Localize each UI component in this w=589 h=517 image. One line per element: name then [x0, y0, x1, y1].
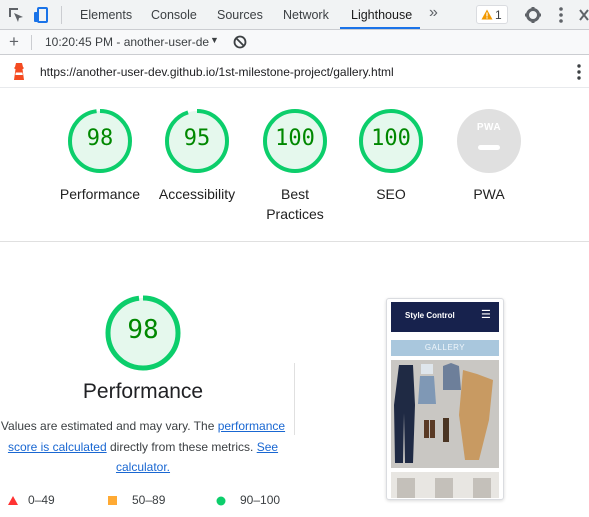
lighthouse-toolbar: + 10:20:45 PM - another-user-de ▼ [0, 30, 589, 55]
report-url-bar: https://another-user-dev.github.io/1st-m… [0, 55, 589, 88]
legend-range: 50–89 [132, 493, 166, 507]
gauge-score: 98 [86, 126, 114, 151]
more-tabs-button[interactable]: » [429, 4, 438, 22]
active-tab-indicator [340, 27, 420, 29]
inspect-element-icon[interactable] [6, 5, 26, 25]
report-menu-icon[interactable] [574, 63, 584, 81]
chevron-down-icon[interactable]: ▼ [210, 35, 219, 45]
settings-gear-icon[interactable] [523, 5, 543, 25]
gauge-pwa[interactable]: PWA PWA [441, 108, 537, 204]
page-screenshot-thumbnail[interactable]: Style Control ☰ GALLERY [386, 298, 504, 500]
tab-sources[interactable]: Sources [217, 0, 263, 30]
gauge-label: Accessibility [158, 186, 236, 202]
report-selector[interactable]: 10:20:45 PM - another-user-de [45, 35, 209, 49]
screenshot-gallery-banner: GALLERY [391, 340, 499, 356]
legend-range: 90–100 [240, 493, 281, 507]
gauge-seo[interactable]: 100 SEO [343, 108, 439, 204]
legend-range: 0–49 [28, 493, 55, 507]
gauge-label: Best Practices [266, 186, 324, 222]
green-circle-icon [216, 496, 226, 506]
performance-description: Values are estimated and may vary. The p… [0, 416, 286, 478]
tab-console[interactable]: Console [151, 0, 197, 30]
gauge-label: PWA [473, 186, 505, 202]
devtools-tab-bar: Elements Console Sources Network Lightho… [0, 0, 589, 30]
clear-reports-icon[interactable] [233, 35, 247, 49]
gauge-performance[interactable]: 98 Performance [52, 108, 148, 204]
gauge-label: Performance [59, 186, 141, 202]
device-toolbar-icon[interactable] [31, 5, 51, 25]
tab-network[interactable]: Network [283, 0, 329, 30]
warnings-badge[interactable]: 1 [476, 5, 508, 24]
more-options-icon[interactable] [551, 5, 571, 25]
gauge-score: 100 [275, 126, 315, 151]
gauge-accessibility[interactable]: 95 Accessibility [149, 108, 245, 204]
lighthouse-logo-icon [14, 63, 24, 80]
screenshot-brand: Style Control [405, 311, 455, 320]
screenshot-navbar: Style Control ☰ [391, 302, 499, 332]
gauge-score: 100 [371, 126, 411, 151]
report-url[interactable]: https://another-user-dev.github.io/1st-m… [40, 65, 394, 79]
gauge-best-practices[interactable]: 100 Best Practices [247, 108, 343, 224]
tab-lighthouse[interactable]: Lighthouse [351, 0, 412, 30]
description-text: directly from these metrics. [106, 439, 257, 454]
red-triangle-icon [8, 496, 18, 505]
screenshot-clothing-photo [391, 360, 499, 468]
tab-bar-divider [61, 6, 62, 24]
performance-title: Performance [82, 380, 204, 403]
close-icon[interactable] [576, 5, 589, 25]
gauge-label: SEO [376, 186, 406, 202]
score-gauges: 98 Performance 95 Accessibility 100 Best… [0, 88, 589, 242]
pwa-badge-icon [457, 109, 521, 173]
performance-score: 98 [127, 315, 159, 345]
warning-icon [481, 9, 493, 20]
toolbar-divider [31, 35, 32, 50]
warnings-count: 1 [495, 8, 502, 22]
section-divider [294, 363, 295, 435]
orange-square-icon [108, 496, 117, 505]
pwa-badge-text: PWA [476, 122, 502, 133]
hamburger-menu-icon: ☰ [481, 309, 491, 321]
new-report-button[interactable]: + [9, 32, 19, 52]
gauge-score: 95 [183, 126, 211, 151]
screenshot-next-photos [391, 472, 499, 498]
description-text: Values are estimated and may vary. The [0, 419, 218, 433]
tab-elements[interactable]: Elements [80, 0, 132, 30]
